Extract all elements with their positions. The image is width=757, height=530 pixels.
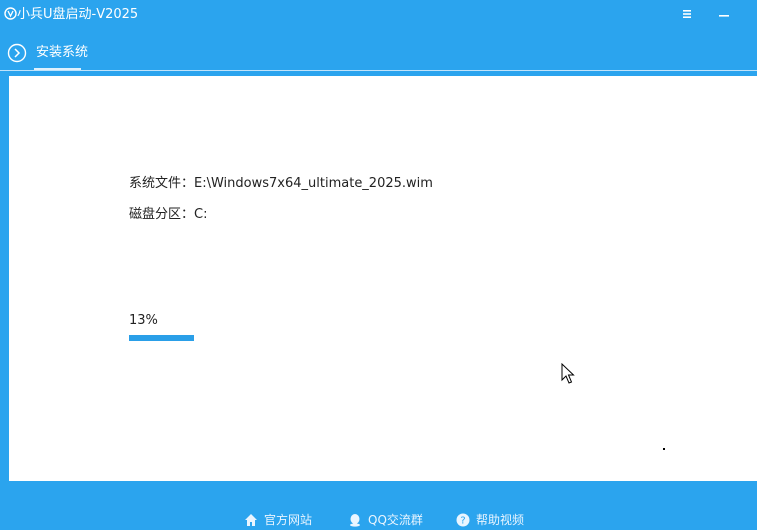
install-panel: 系统文件：E:\Windows7x64_ultimate_2025.wim 磁盘… bbox=[9, 76, 757, 481]
tab-bar: 安装系统 bbox=[0, 38, 757, 72]
help-video-label: 帮助视频 bbox=[476, 513, 525, 527]
progress-percent: 13% bbox=[129, 313, 158, 328]
svg-text:?: ? bbox=[460, 516, 465, 527]
footer-bar: 官方网站 QQ交流群 ? 帮助视频 bbox=[0, 481, 757, 530]
minimize-icon[interactable] bbox=[716, 7, 732, 21]
tab-install-system[interactable]: 安装系统 bbox=[36, 44, 88, 62]
official-website-link[interactable]: 官方网站 bbox=[244, 513, 312, 527]
title-bar: 小兵U盘启动-V2025 bbox=[0, 0, 757, 30]
home-icon bbox=[245, 514, 257, 526]
menu-icon[interactable] bbox=[680, 7, 694, 21]
disk-partition-label: 磁盘分区： bbox=[129, 207, 195, 222]
window-title: 小兵U盘启动-V2025 bbox=[17, 7, 139, 22]
stray-pixel bbox=[663, 448, 665, 450]
mouse-cursor-icon bbox=[561, 363, 575, 384]
divider bbox=[0, 70, 757, 71]
progress-bar-fill bbox=[129, 335, 194, 341]
qq-group-link[interactable]: QQ交流群 bbox=[348, 513, 423, 527]
help-circle-icon: ? bbox=[456, 513, 470, 527]
progress-bar bbox=[129, 335, 429, 341]
app-logo-icon bbox=[4, 7, 17, 20]
system-file-label: 系统文件： bbox=[129, 176, 195, 191]
help-video-link[interactable]: ? 帮助视频 bbox=[456, 513, 524, 527]
system-file-row: 系统文件：E:\Windows7x64_ultimate_2025.wim bbox=[129, 176, 433, 192]
chevron-right-circle-icon bbox=[7, 43, 27, 63]
disk-partition-row: 磁盘分区：C: bbox=[129, 207, 207, 223]
disk-partition-value: C: bbox=[194, 207, 208, 222]
official-website-label: 官方网站 bbox=[264, 513, 313, 527]
qq-penguin-icon bbox=[350, 514, 360, 527]
qq-group-label: QQ交流群 bbox=[368, 513, 423, 527]
system-file-value: E:\Windows7x64_ultimate_2025.wim bbox=[194, 176, 433, 191]
